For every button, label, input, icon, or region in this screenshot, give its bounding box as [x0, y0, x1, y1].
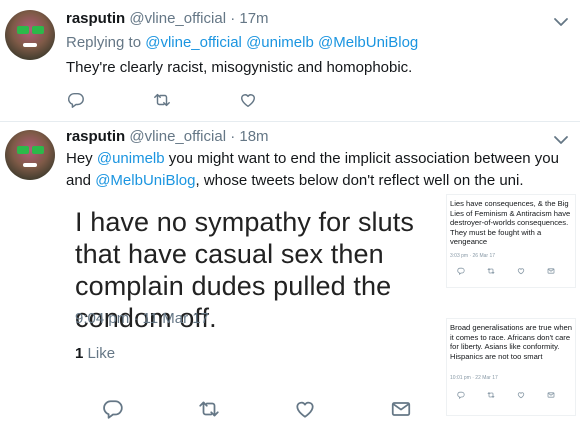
reply-icon	[102, 398, 126, 422]
reply-mention[interactable]: @unimelb	[246, 34, 314, 51]
reply-mention[interactable]: @MelbUniBlog	[318, 34, 418, 51]
tweet-text-part: , whose tweets below don't reflect well …	[195, 172, 524, 189]
mini-tweet-text: Lies have consequences, & the Big Lies o…	[450, 199, 571, 247]
heart-icon	[517, 267, 525, 275]
reply-context: Replying to @vline_official @unimelb @Me…	[66, 32, 571, 54]
author-handle[interactable]: @vline_official	[129, 10, 226, 27]
heart-icon	[294, 398, 318, 422]
envelope-icon	[547, 267, 555, 275]
envelope-icon	[390, 398, 414, 422]
tweet[interactable]: rasputin @vline_official · 17m Replying …	[0, 0, 580, 122]
chevron-down-icon[interactable]	[553, 132, 569, 148]
embedded-tweet-image[interactable]: I have no sympathy for sluts that have c…	[66, 190, 436, 430]
tweet-text: They're clearly racist, misogynistic and…	[66, 59, 413, 76]
envelope-icon	[547, 391, 555, 399]
heart-icon	[517, 391, 525, 399]
likes-label: Like	[87, 345, 116, 362]
embedded-tweet-likes: 1 Like	[75, 345, 115, 362]
avatar-mouth	[23, 163, 37, 167]
tweet-time[interactable]: 17m	[239, 10, 268, 27]
tweet[interactable]: rasputin @vline_official · 18m Hey @unim…	[0, 122, 580, 430]
avatar-mouth	[23, 43, 37, 47]
tweet-header: rasputin @vline_official · 17m	[66, 10, 269, 27]
tweet-time[interactable]: 18m	[239, 128, 268, 145]
retweet-icon	[487, 267, 495, 275]
author-handle[interactable]: @vline_official	[129, 128, 226, 145]
mini-tweet-actions	[457, 391, 577, 399]
retweet-icon	[487, 391, 495, 399]
reply-mention[interactable]: @vline_official	[145, 34, 242, 51]
mention-link[interactable]: @unimelb	[97, 150, 165, 167]
reply-icon	[457, 267, 465, 275]
tweet-actions	[66, 90, 324, 110]
separator-dot: ·	[230, 128, 236, 145]
mini-tweet-time: 3:03 pm · 26 Mar 17	[450, 253, 496, 259]
avatar-glasses	[17, 146, 45, 154]
tweet-text: Hey @unimelb you might want to end the i…	[66, 148, 571, 192]
embedded-tweet-actions	[102, 398, 486, 422]
mini-tweet-text: Broad generalisations are true when it c…	[450, 323, 572, 361]
reply-icon	[457, 391, 465, 399]
avatar[interactable]	[5, 10, 55, 60]
author-name[interactable]: rasputin	[66, 10, 125, 27]
mini-tweet-time: 10:01 pm · 22 Mar 17	[450, 375, 498, 381]
tweet-header: rasputin @vline_official · 18m	[66, 128, 269, 145]
avatar[interactable]	[5, 130, 55, 180]
likes-count: 1	[75, 345, 84, 362]
author-name[interactable]: rasputin	[66, 128, 125, 145]
heart-icon	[240, 94, 256, 108]
retweet-icon	[198, 398, 222, 422]
mention-link[interactable]: @MelbUniBlog	[95, 172, 195, 189]
embedded-tweet-timestamp: 9:04 pm · 11 Mar 17	[75, 310, 209, 327]
avatar-glasses	[17, 26, 45, 34]
mini-tweet-actions	[457, 267, 577, 275]
chevron-down-icon[interactable]	[553, 14, 569, 30]
retweet-button[interactable]	[152, 90, 172, 110]
retweet-icon	[154, 93, 170, 107]
reply-prefix: Replying to	[66, 34, 142, 51]
tweet-text-part: Hey	[66, 150, 97, 167]
mini-tweet-image[interactable]: Lies have consequences, & the Big Lies o…	[446, 194, 576, 288]
reply-icon	[68, 92, 84, 108]
mini-tweet-image[interactable]: Broad generalisations are true when it c…	[446, 318, 576, 416]
like-button[interactable]	[238, 90, 258, 110]
separator-dot: ·	[230, 10, 236, 27]
reply-button[interactable]	[66, 90, 86, 110]
